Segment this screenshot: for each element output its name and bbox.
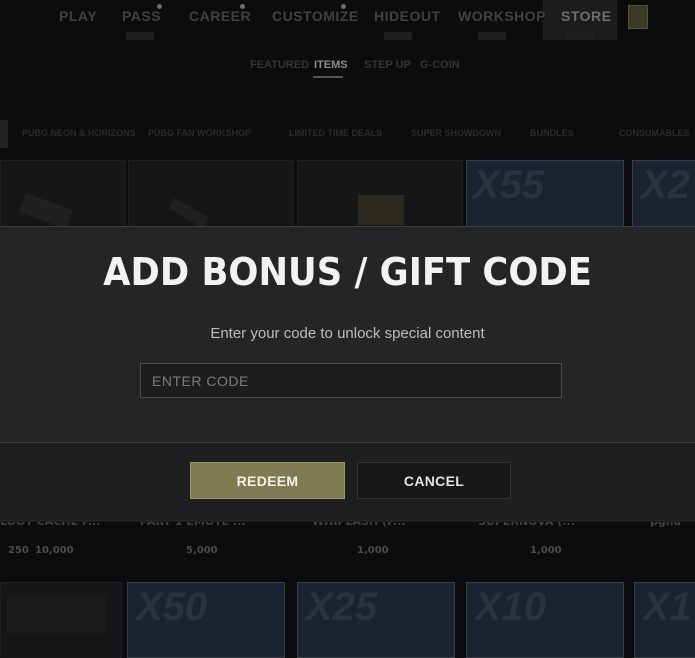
crate-multiplier-label: X1 — [643, 585, 692, 629]
subnav-step-up[interactable]: STEP UP — [364, 59, 411, 71]
modal-title: ADD BONUS / GIFT CODE — [103, 250, 592, 294]
store-card[interactable]: 2020 — [128, 160, 294, 342]
nav-store-badge — [566, 32, 594, 40]
nav-play[interactable]: PLAY — [59, 8, 97, 24]
item-price: 10,000 — [35, 545, 74, 556]
nav-store[interactable]: STORE — [561, 8, 611, 24]
nav-customize[interactable]: CUSTOMIZE — [272, 8, 359, 24]
category-limited-time-deals[interactable]: LIMITED TIME DEALS — [289, 128, 382, 138]
item-image — [19, 193, 73, 229]
store-card-crate[interactable]: X25 — [297, 582, 455, 658]
item-image — [168, 197, 210, 229]
nav-pass[interactable]: PASS — [122, 8, 161, 24]
store-card-crate[interactable]: X1 — [634, 582, 695, 658]
subnav-active-underline — [313, 76, 343, 78]
item-price: 250 — [8, 545, 29, 556]
subnav-g-coin[interactable]: G-COIN — [420, 59, 460, 71]
store-card[interactable]: 5800 — [297, 160, 463, 342]
store-card-crate[interactable]: X50 — [127, 582, 285, 658]
item-price: 5,000 — [186, 545, 218, 556]
crate-multiplier-label: X25 — [306, 585, 378, 629]
nav-hideout-badge — [384, 32, 412, 40]
nav-workshop-badge — [478, 32, 506, 40]
nav-hideout[interactable]: HIDEOUT — [374, 8, 441, 24]
store-card[interactable] — [0, 582, 122, 658]
item-price: 1,000 — [530, 545, 562, 556]
crate-multiplier-label: X55 — [473, 163, 545, 207]
gift-code-input[interactable] — [140, 363, 562, 398]
item-price: 1,000 — [357, 545, 389, 556]
subnav-featured[interactable]: FEATURED — [250, 59, 309, 71]
nav-workshop[interactable]: WORKSHOP — [458, 8, 546, 24]
crate-multiplier-label: X50 — [136, 585, 208, 629]
profile-avatar[interactable] — [628, 5, 648, 29]
category-bundles[interactable]: BUNDLES — [530, 128, 574, 138]
store-card-crate[interactable]: X55 — [466, 160, 624, 232]
modal-subtitle: Enter your code to unlock special conten… — [210, 325, 485, 342]
cancel-button[interactable]: CANCEL — [357, 462, 511, 499]
category-scroll-left[interactable] — [0, 120, 8, 148]
top-navigation: PLAY PASS CAREER CUSTOMIZE HIDEOUT WORKS… — [0, 0, 695, 40]
nav-career-notification-dot — [240, 4, 245, 9]
nav-customize-notification-dot — [341, 4, 346, 9]
crate-multiplier-label: X10 — [475, 585, 547, 629]
category-neon-horizons[interactable]: PUBG NEON & HORIZONS — [22, 128, 136, 138]
item-image — [358, 195, 404, 225]
item-image — [7, 593, 107, 633]
category-consumables[interactable]: CONSUMABLES — [619, 128, 690, 138]
subnav-items[interactable]: ITEMS — [314, 59, 348, 71]
crate-multiplier-label: X2 — [641, 163, 690, 207]
category-fan-workshop[interactable]: PUBG FAN WORKSHOP — [148, 128, 251, 138]
redeem-button[interactable]: REDEEM — [190, 462, 345, 499]
nav-pass-notification-dot — [157, 4, 162, 9]
modal-footer — [0, 443, 695, 520]
nav-pass-badge — [126, 32, 154, 40]
nav-career[interactable]: CAREER — [189, 8, 251, 24]
store-card-crate[interactable]: X10 — [466, 582, 624, 658]
category-super-showdown[interactable]: SUPER SHOWDOWN — [411, 128, 501, 138]
store-card-crate[interactable]: X2 — [632, 160, 695, 232]
store-card[interactable] — [0, 160, 126, 232]
